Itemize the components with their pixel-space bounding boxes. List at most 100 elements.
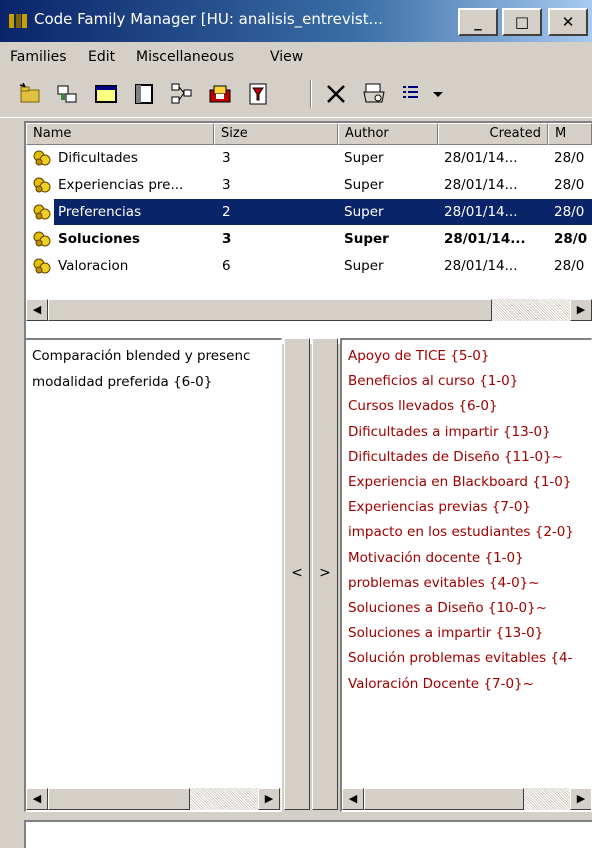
edit-icon[interactable] [132,82,156,106]
members-hscrollbar[interactable]: ◀ ▶ [26,788,281,810]
available-codes-pane[interactable]: Apoyo de TICE {5-0} Beneficios al curso {… [340,338,592,812]
cell-author: Super [344,258,384,274]
code-item[interactable]: impacto en los estudiantes {2-0} [348,524,574,540]
families-hscrollbar[interactable]: ◀ ▶ [26,299,592,321]
network-icon[interactable] [170,82,194,106]
scroll-right-button[interactable]: ▶ [570,788,591,810]
remove-arrow-label: < [291,565,303,581]
family-row[interactable]: Dificultades 3 Super 28/01/14... 28/0 [26,145,592,171]
close-button[interactable]: ✕ [548,8,588,36]
code-item[interactable]: Valoración Docente {7-0}~ [348,676,534,692]
cell-created: 28/01/14... [444,231,526,247]
code-item[interactable]: problemas evitables {4-0}~ [348,575,540,591]
column-header-size[interactable]: Size [214,123,338,145]
code-item[interactable]: Dificultades de Diseño {11-0}~ [348,449,563,465]
toolbar [0,72,592,118]
code-item[interactable]: Cursos llevados {6-0} [348,398,498,414]
comment-icon[interactable] [94,82,118,106]
family-row[interactable]: Experiencias pre... 3 Super 28/01/14... 28/0 [26,172,592,198]
cell-name: Preferencias [58,204,142,220]
cell-created: 28/01/14... [444,177,518,193]
column-header-created[interactable]: Created [438,123,548,145]
menu-view[interactable]: View [270,49,303,65]
scroll-thumb[interactable] [48,299,492,321]
menu-bar: Families Edit Miscellaneous View [0,42,592,72]
scroll-left-button[interactable]: ◀ [26,788,48,810]
cell-modified: 28/0 [554,231,588,247]
cell-created: 28/01/14... [444,258,518,274]
menu-families[interactable]: Families [10,49,67,65]
column-header-modified[interactable]: M [548,123,592,145]
code-item[interactable]: Motivación docente {1-0} [348,550,524,566]
cell-author: Super [344,231,389,247]
cell-author: Super [344,177,384,193]
code-family-icon [33,231,51,247]
dropdown-icon[interactable] [430,82,446,106]
code-family-icon [33,204,51,220]
cell-modified: 28/0 [554,150,585,166]
cell-size: 6 [222,258,231,274]
cell-size: 3 [222,150,231,166]
code-family-icon [33,150,51,166]
code-item[interactable]: Solución problemas evitables {4- [348,650,572,666]
add-to-family-button[interactable]: > [312,338,338,810]
menu-edit[interactable]: Edit [88,49,115,65]
family-members-pane[interactable]: Comparación blended y presenc modalidad … [24,338,282,812]
code-family-icon [33,177,51,193]
scroll-left-button[interactable]: ◀ [26,299,48,321]
title-bar[interactable]: Code Family Manager [HU: analisis_entrev… [0,0,592,42]
maximize-button[interactable]: □ [502,8,542,36]
filter-icon[interactable] [246,82,270,106]
window-title: Code Family Manager [HU: analisis_entrev… [34,10,383,28]
toolbar-separator [310,80,312,108]
cell-name: Dificultades [58,150,138,166]
minimize-button[interactable]: _ [458,8,498,36]
remove-from-family-button[interactable]: < [284,338,310,810]
cell-name: Experiencias pre... [58,177,184,193]
cell-created: 28/01/14... [444,150,518,166]
cell-modified: 28/0 [554,258,585,274]
list-view-icon[interactable] [400,82,424,106]
cell-modified: 28/0 [554,204,585,220]
cell-author: Super [344,204,384,220]
code-item[interactable]: Dificultades a impartir {13-0} [348,424,551,440]
code-item[interactable]: Experiencia en Blackboard {1-0} [348,474,571,490]
cell-author: Super [344,150,384,166]
scroll-right-button[interactable]: ▶ [570,299,592,321]
code-item[interactable]: Experiencias previas {7-0} [348,499,531,515]
code-item[interactable]: Beneficios al curso {1-0} [348,373,518,389]
menu-miscellaneous[interactable]: Miscellaneous [136,49,234,65]
cell-created: 28/01/14... [444,204,518,220]
member-item[interactable]: modalidad preferida {6-0} [32,374,212,390]
cell-name: Soluciones [58,231,140,247]
app-icon [9,14,27,28]
code-item[interactable]: Apoyo de TICE {5-0} [348,348,489,364]
add-arrow-label: > [319,565,331,581]
cell-modified: 28/0 [554,177,585,193]
families-list[interactable]: Name Size Author Created M Dificultades 3… [24,121,592,344]
column-header-name[interactable]: Name [26,123,214,145]
scroll-thumb[interactable] [364,788,524,810]
print-icon[interactable] [362,82,386,106]
code-item[interactable]: Soluciones a impartir {13-0} [348,625,543,641]
scroll-right-button[interactable]: ▶ [258,788,280,810]
member-item[interactable]: Comparación blended y presenc [32,348,250,364]
code-family-icon [33,258,51,274]
code-family-manager-window: Code Family Manager [HU: analisis_entrev… [0,0,592,848]
family-row[interactable]: Valoracion 6 Super 28/01/14... 28/0 [26,253,592,279]
delete-icon[interactable] [324,82,348,106]
cell-size: 3 [222,231,232,247]
comment-text-area[interactable] [24,820,592,848]
codes-hscrollbar[interactable]: ◀ ▶ [342,788,591,810]
cell-size: 2 [222,204,231,220]
cell-size: 3 [222,177,231,193]
code-item[interactable]: Soluciones a Diseño {10-0}~ [348,600,547,616]
output-icon[interactable] [208,82,232,106]
copy-family-icon[interactable] [56,82,80,106]
family-row[interactable]: Preferencias 2 Super 28/01/14... 28/0 [26,199,592,225]
family-row[interactable]: Soluciones 3 Super 28/01/14... 28/0 [26,226,592,252]
new-family-icon[interactable] [18,82,42,106]
scroll-thumb[interactable] [48,788,190,810]
column-header-author[interactable]: Author [338,123,438,145]
scroll-left-button[interactable]: ◀ [342,788,364,810]
